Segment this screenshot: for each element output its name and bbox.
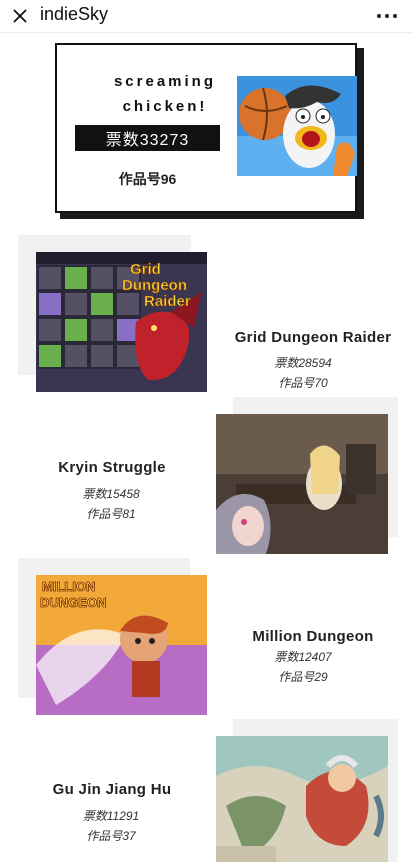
more-dot-icon (393, 14, 397, 18)
item-meta: 票数12407 作品号29 (226, 647, 380, 687)
grid-dungeon-raider-thumbnail[interactable]: Grid Dungeon Raider (36, 252, 207, 392)
million-dungeon-thumbnail[interactable]: MILLION DUNGEON (36, 575, 207, 715)
app-title: indieSky (40, 4, 109, 24)
screaming-chicken-art-icon (237, 76, 357, 176)
item-meta: 票数11291 作品号37 (34, 806, 188, 846)
item-title[interactable]: Kryin Struggle (22, 459, 202, 476)
entry-number: 作品号81 (86, 507, 136, 521)
featured-card[interactable]: screaming chicken! 票数33273 作品号96 (55, 43, 357, 213)
featured-entry-number: 作品号96 (118, 171, 177, 187)
million-dungeon-art-icon: MILLION DUNGEON (36, 575, 207, 715)
kryin-struggle-thumbnail[interactable] (216, 414, 388, 554)
close-button[interactable] (6, 3, 34, 29)
featured-title-line2: chicken! (122, 98, 208, 115)
grid-art-text-line2: Dungeon (122, 277, 187, 294)
more-dot-icon (385, 14, 389, 18)
more-options-button[interactable] (372, 3, 402, 29)
item-title[interactable]: Grid Dungeon Raider (226, 329, 400, 346)
grid-dungeon-raider-art-icon: Grid Dungeon Raider (36, 252, 207, 392)
featured-title-line1: screaming (113, 73, 217, 90)
million-art-text-line1: MILLION (42, 579, 95, 594)
featured-vote-count: 票数33273 (75, 125, 220, 151)
gu-jin-jiang-hu-thumbnail[interactable] (216, 736, 388, 862)
grid-art-text-line1: Grid (130, 261, 161, 278)
million-art-text-line2: DUNGEON (40, 595, 106, 610)
top-bar: indieSky (0, 0, 412, 33)
featured-thumbnail[interactable] (237, 76, 357, 176)
item-title[interactable]: Million Dungeon (226, 628, 400, 645)
vote-count: 票数12407 (274, 650, 332, 664)
entry-number: 作品号29 (278, 670, 328, 684)
item-meta: 票数15458 作品号81 (34, 484, 188, 524)
item-meta: 票数28594 作品号70 (226, 353, 380, 393)
grid-art-text-line3: Raider (144, 293, 191, 310)
more-dot-icon (377, 14, 381, 18)
vote-count: 票数11291 (82, 809, 140, 823)
item-title[interactable]: Gu Jin Jiang Hu (22, 781, 202, 798)
vote-count: 票数28594 (274, 356, 332, 370)
vote-count: 票数15458 (82, 487, 140, 501)
entry-number: 作品号70 (278, 376, 328, 390)
kryin-struggle-art-icon (216, 414, 388, 554)
gu-jin-jiang-hu-art-icon (216, 736, 388, 862)
close-icon (13, 9, 27, 23)
entry-number: 作品号37 (86, 829, 136, 843)
featured-title: screaming chicken! (75, 69, 255, 119)
